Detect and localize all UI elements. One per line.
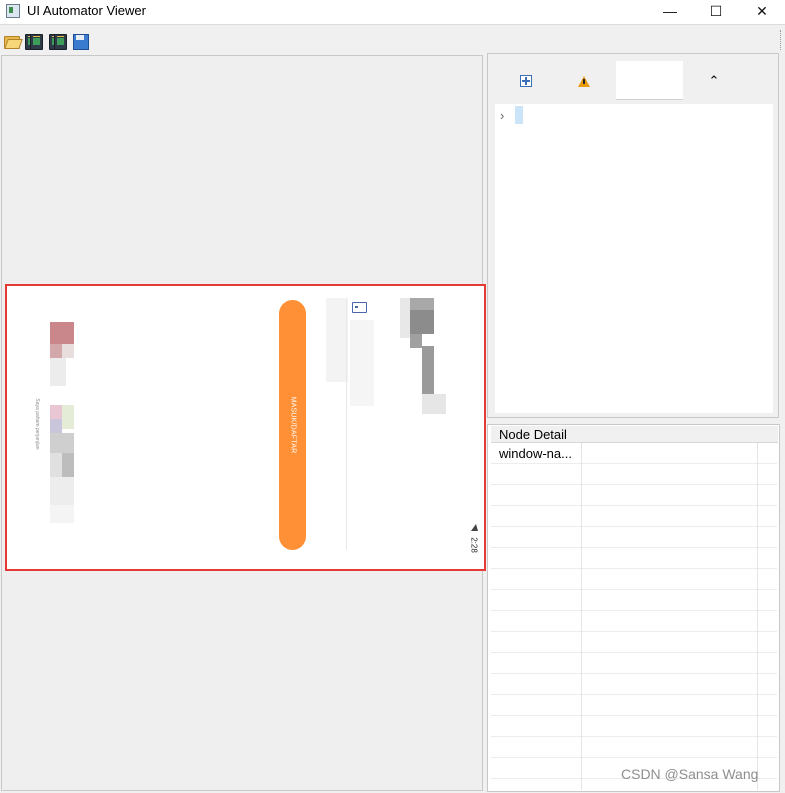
status-time: 2:28 [469, 537, 479, 553]
pixelated-text [50, 433, 74, 453]
table-row[interactable] [491, 527, 777, 548]
expand-all-icon[interactable] [503, 62, 549, 100]
maximize-button[interactable]: ☐ [693, 0, 739, 22]
toolbar-grip [780, 30, 783, 50]
table-row[interactable] [491, 464, 777, 485]
pixelated-text [50, 405, 62, 419]
table-row[interactable] [491, 632, 777, 653]
pixelated-text [62, 453, 74, 477]
table-row[interactable] [491, 653, 777, 674]
node-detail-table[interactable] [491, 443, 777, 790]
tree-node[interactable] [515, 106, 523, 124]
table-row[interactable] [491, 569, 777, 590]
column-divider [757, 443, 758, 790]
open-folder-icon[interactable] [4, 33, 23, 49]
divider [0, 24, 785, 25]
pixelated-field [410, 298, 434, 310]
card-icon [352, 302, 367, 313]
device-screenshot-compressed-icon[interactable] [49, 33, 67, 50]
table-row[interactable] [491, 674, 777, 695]
hierarchy-tab[interactable] [616, 61, 683, 100]
watermark: CSDN @Sansa Wang [621, 766, 759, 782]
signal-icon [471, 524, 478, 531]
table-row[interactable] [491, 485, 777, 506]
node-detail-key: window-na... [499, 446, 572, 461]
app-icon [6, 4, 20, 18]
window-title: UI Automator Viewer [27, 3, 146, 18]
pixelated-logo [62, 344, 74, 358]
device-screenshot-icon[interactable] [25, 33, 43, 50]
pixelated-logo [50, 358, 66, 386]
pixelated-text [62, 405, 74, 429]
table-row[interactable] [491, 506, 777, 527]
hierarchy-tree[interactable] [495, 104, 773, 413]
column-divider [581, 443, 582, 790]
minimize-button[interactable]: — [647, 0, 693, 22]
toolbar [0, 26, 785, 52]
tree-expand-arrow-icon[interactable]: › [500, 108, 504, 123]
node-detail-title: Node Detail [499, 427, 567, 442]
pixelated-field [410, 310, 434, 334]
table-row[interactable] [491, 548, 777, 569]
table-row[interactable] [491, 695, 777, 716]
pixelated-logo [50, 322, 74, 344]
pixelated-field [410, 334, 422, 348]
login-register-label: MASUK/DAFTAR [289, 396, 297, 454]
close-button[interactable]: ✕ [739, 0, 785, 22]
pixelated-text [50, 453, 62, 477]
collapse-icon[interactable]: ⌃ [691, 62, 737, 100]
save-icon[interactable] [73, 33, 89, 50]
table-row[interactable] [491, 737, 777, 758]
table-row[interactable] [491, 590, 777, 611]
table-row[interactable] [491, 611, 777, 632]
pixelated-text [50, 505, 74, 523]
table-row[interactable] [491, 716, 777, 737]
pixelated-field [326, 298, 348, 382]
pixelated-text [50, 419, 62, 433]
pixelated-field [350, 320, 374, 406]
pixelated-field [422, 394, 446, 414]
divider [346, 300, 347, 550]
pixelated-field [422, 346, 434, 394]
warning-icon[interactable] [561, 62, 607, 100]
agreement-caption: Saya paham perjanjian [34, 398, 40, 450]
pixelated-text [50, 477, 74, 505]
